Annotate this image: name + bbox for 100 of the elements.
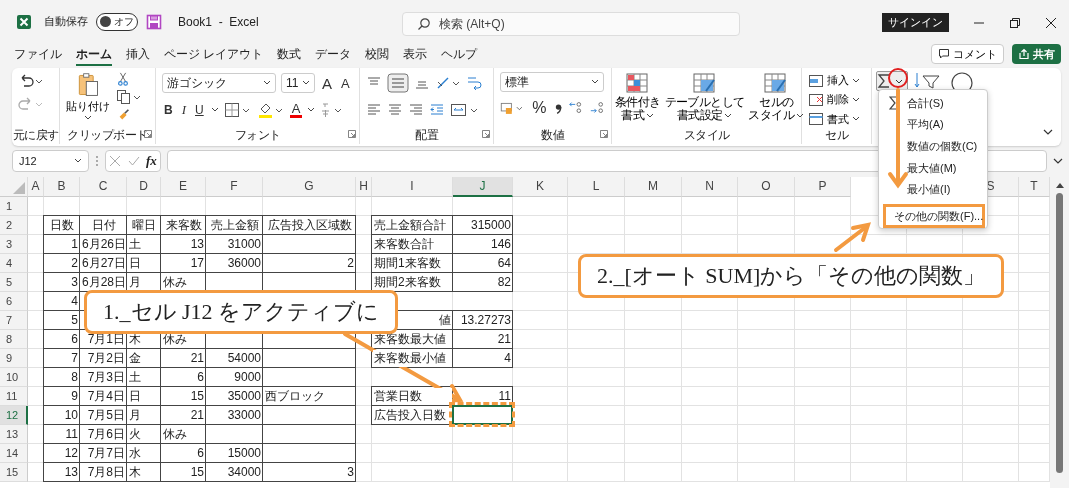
caret-icon[interactable] bbox=[591, 79, 599, 85]
dialog-launcher-icon[interactable] bbox=[600, 130, 608, 138]
ribbon-tab[interactable]: ホーム bbox=[76, 44, 112, 66]
ribbon-tab[interactable]: データ bbox=[315, 44, 352, 66]
column-header[interactable]: L bbox=[568, 177, 625, 197]
row-header[interactable]: 3 bbox=[0, 235, 28, 254]
ribbon-tab[interactable]: 挿入 bbox=[126, 44, 150, 66]
row-header[interactable]: 12 bbox=[0, 406, 28, 425]
copy-icon[interactable] bbox=[116, 89, 142, 105]
fill-bucket-icon[interactable] bbox=[256, 102, 285, 118]
middle-align-icon[interactable] bbox=[387, 73, 409, 93]
cells-button[interactable]: 削除 bbox=[808, 91, 865, 109]
font-size-field[interactable]: 11 bbox=[281, 73, 315, 93]
expand-icon[interactable] bbox=[1053, 157, 1063, 165]
collapse-ribbon-icon[interactable] bbox=[1043, 129, 1053, 136]
column-header[interactable]: A bbox=[28, 177, 44, 197]
dialog-launcher-icon[interactable] bbox=[482, 130, 490, 138]
save-icon[interactable] bbox=[146, 13, 162, 30]
column-header[interactable]: D bbox=[127, 177, 161, 197]
column-header[interactable]: N bbox=[682, 177, 738, 197]
number-format-field[interactable]: 標準 bbox=[500, 72, 604, 92]
caret-icon[interactable] bbox=[852, 77, 860, 84]
wrap-text-icon[interactable] bbox=[466, 74, 484, 92]
style-button[interactable]: 条件付き 書式 bbox=[615, 72, 661, 128]
column-header[interactable]: T bbox=[1019, 177, 1050, 197]
close-icon[interactable] bbox=[1045, 16, 1057, 29]
row-header[interactable]: 9 bbox=[0, 349, 28, 368]
ribbon-tab[interactable]: ページ レイアウト bbox=[164, 44, 264, 66]
dialog-launcher-icon[interactable] bbox=[348, 130, 356, 138]
row-header[interactable]: 8 bbox=[0, 330, 28, 349]
column-header[interactable]: K bbox=[513, 177, 568, 197]
row-header[interactable]: 2 bbox=[0, 216, 28, 235]
column-header[interactable]: I bbox=[372, 177, 453, 197]
font-name-field[interactable]: 游ゴシック bbox=[162, 73, 276, 93]
ribbon-tab[interactable]: 表示 bbox=[403, 44, 428, 66]
underline-button[interactable]: U bbox=[193, 103, 206, 117]
row-header[interactable]: 7 bbox=[0, 311, 28, 330]
orientation-icon[interactable] bbox=[435, 75, 461, 91]
ribbon-tab[interactable]: 校閲 bbox=[365, 44, 390, 66]
caret-icon[interactable] bbox=[263, 80, 271, 86]
paste-button[interactable]: 貼り付け bbox=[66, 72, 110, 128]
style-button[interactable]: テーブルとして 書式設定 bbox=[664, 72, 745, 128]
percent-button[interactable]: % bbox=[530, 99, 549, 117]
ribbon-tab[interactable]: ファイル bbox=[14, 44, 62, 66]
menu-item[interactable]: 合計(S) bbox=[879, 93, 987, 114]
insert-function-button[interactable]: fx bbox=[145, 153, 157, 169]
decrease-decimal-icon[interactable] bbox=[588, 100, 605, 116]
column-header[interactable]: P bbox=[795, 177, 851, 197]
comment-button[interactable]: コメント bbox=[931, 44, 1004, 64]
caret-icon[interactable] bbox=[210, 107, 219, 113]
share-button[interactable]: 共有 bbox=[1012, 44, 1061, 64]
caret-icon[interactable] bbox=[852, 116, 860, 123]
restore-icon[interactable] bbox=[1009, 16, 1021, 29]
row-header[interactable]: 14 bbox=[0, 444, 28, 463]
menu-item[interactable]: 数値の個数(C) bbox=[879, 136, 987, 157]
column-header[interactable]: M bbox=[625, 177, 682, 197]
caret-icon[interactable] bbox=[307, 107, 316, 113]
name-box[interactable]: J12 bbox=[12, 150, 89, 172]
caret-icon[interactable] bbox=[84, 115, 92, 121]
merge-cells-icon[interactable] bbox=[450, 102, 480, 118]
caret-icon[interactable] bbox=[796, 112, 805, 119]
ribbon-tab[interactable]: ヘルプ bbox=[441, 44, 478, 66]
style-button[interactable]: セルの スタイル bbox=[748, 72, 805, 128]
column-header[interactable]: E bbox=[161, 177, 206, 197]
search-field[interactable]: 検索 (Alt+Q) bbox=[402, 12, 740, 36]
scroll-up-icon[interactable] bbox=[1054, 181, 1065, 189]
row-header[interactable]: 11 bbox=[0, 387, 28, 406]
column-header[interactable]: B bbox=[44, 177, 80, 197]
cells-button[interactable]: 書式 bbox=[808, 110, 865, 128]
column-header[interactable]: C bbox=[80, 177, 127, 197]
borders-icon[interactable] bbox=[223, 102, 252, 118]
row-header[interactable]: 15 bbox=[0, 463, 28, 482]
grow-font-button[interactable]: A bbox=[320, 74, 334, 92]
column-header[interactable]: F bbox=[206, 177, 263, 197]
caret-icon[interactable] bbox=[646, 112, 655, 119]
column-header[interactable]: O bbox=[738, 177, 795, 197]
menu-item[interactable]: 最大値(M) bbox=[879, 157, 987, 179]
row-header[interactable]: 1 bbox=[0, 197, 28, 216]
caret-icon[interactable] bbox=[852, 97, 860, 103]
column-header[interactable]: H bbox=[356, 177, 372, 197]
menu-item[interactable]: 平均(A) bbox=[879, 114, 987, 136]
row-header[interactable]: 6 bbox=[0, 292, 28, 311]
cells-button[interactable]: 挿入 bbox=[808, 72, 865, 90]
sign-in-button[interactable]: サインイン bbox=[882, 13, 949, 32]
row-header[interactable]: 10 bbox=[0, 368, 28, 387]
vertical-scrollbar[interactable] bbox=[1050, 177, 1069, 488]
row-header[interactable]: 13 bbox=[0, 425, 28, 444]
scissors-icon[interactable] bbox=[116, 72, 130, 86]
shrink-font-button[interactable]: A bbox=[339, 75, 352, 91]
column-header[interactable]: G bbox=[263, 177, 356, 197]
row-header[interactable]: 4 bbox=[0, 254, 28, 273]
check-icon[interactable] bbox=[127, 155, 140, 167]
bold-button[interactable]: B bbox=[162, 103, 175, 117]
column-header[interactable]: J bbox=[453, 177, 513, 197]
font-color-button[interactable]: A bbox=[289, 102, 303, 118]
ribbon-tab[interactable]: 数式 bbox=[277, 44, 302, 66]
caret-icon[interactable] bbox=[724, 112, 733, 119]
autosave-toggle[interactable]: オフ bbox=[96, 12, 138, 31]
row-header[interactable]: 5 bbox=[0, 273, 28, 292]
caret-icon[interactable] bbox=[302, 80, 310, 86]
